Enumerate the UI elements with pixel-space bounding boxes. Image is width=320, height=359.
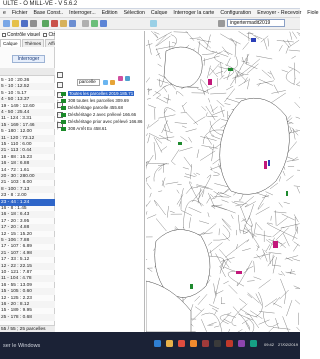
windows-taskbar: ser le Windows 09:42 27/02/2019 (0, 332, 300, 359)
layer-color-icon (61, 98, 66, 103)
select-icon[interactable] (69, 20, 76, 27)
parcelle-field[interactable]: parcelle (77, 79, 100, 86)
map-canvas[interactable] (146, 31, 300, 332)
menu-item-edition[interactable]: Edition (99, 9, 121, 17)
menu-item-0[interactable]: e (0, 9, 9, 17)
color-icon[interactable] (118, 76, 123, 81)
menu-item-calque[interactable]: Calque (148, 9, 170, 17)
layer-tree-item[interactable]: › 308 Arrêt Ex 458.61 (57, 126, 107, 132)
find-icon[interactable] (218, 20, 225, 27)
highlighted-parcel[interactable] (178, 142, 182, 145)
app-icon-5[interactable] (250, 340, 257, 347)
app-icon-1[interactable] (202, 340, 209, 347)
highlighted-parcel[interactable] (286, 191, 288, 196)
refresh-icon[interactable] (150, 20, 157, 27)
taskbar-date: 27/02/2019 (278, 342, 299, 347)
highlighted-parcel[interactable] (236, 271, 242, 274)
parcel-map (146, 31, 300, 332)
search-input[interactable]: ingertermadit2019 (227, 19, 285, 27)
measure-icon[interactable] (82, 20, 89, 27)
parcel-row[interactable]: 25 - 178 : 0.68 (0, 313, 55, 321)
layer-tree-item[interactable]: › 308 toutes les parcelles 309.69 (57, 98, 129, 104)
window-title: ULTE - Ô MILL-VE - V 5.6.2 (3, 1, 78, 7)
new-icon[interactable] (3, 20, 10, 27)
layer-tree-item[interactable]: › Déshéritage 2 avec prélevé 166.66 (57, 112, 136, 118)
layer-color-icon (61, 126, 66, 131)
middle-panel (55, 31, 145, 332)
menu-item-base[interactable]: Base Const.. (30, 9, 66, 17)
taskbar-time: 09:42 (264, 342, 275, 347)
layer-tree-label: Déshéritage parcelle 455.68 (68, 105, 123, 110)
layer-color-icon (61, 112, 66, 117)
menu-item-fiole[interactable]: Fiole (304, 9, 320, 17)
tab-themes[interactable]: Thèmes (21, 39, 45, 47)
layer-tree-item[interactable]: › Toutes les parcelles 2019.185.71 (57, 91, 135, 97)
layer-color-icon (61, 91, 66, 96)
edit-icon[interactable] (110, 80, 115, 85)
highlighted-parcel[interactable] (228, 68, 233, 71)
highlighted-parcel[interactable] (273, 241, 278, 248)
vertical-toolbar (57, 72, 64, 192)
menu-item-interroger-carte[interactable]: Interroger la carte (170, 9, 217, 17)
menu-item-configuration[interactable]: Configuration (217, 9, 254, 17)
highlighted-parcel[interactable] (251, 38, 256, 42)
layer-tree-item[interactable]: › Déshéritage prior avec prélevé 166.86 (57, 119, 142, 125)
interroger-button[interactable]: Interroger (12, 55, 45, 63)
layer-tree-label: 308 toutes les parcelles 309.69 (68, 98, 129, 103)
visibility-checkbox[interactable] (2, 32, 6, 37)
menu-item-fichier[interactable]: Fichier (9, 9, 31, 17)
firefox-icon[interactable] (190, 340, 197, 347)
highlighted-parcel[interactable] (208, 79, 212, 85)
menu-item-envoyer[interactable]: Envoyer - Recevoir (254, 9, 304, 17)
tab-calque[interactable]: Calque (0, 39, 21, 47)
layer-tree-label: Déshéritage 2 avec prélevé 166.66 (68, 112, 137, 117)
list-header (0, 68, 55, 76)
edge-icon[interactable] (154, 340, 161, 347)
highlighted-parcel[interactable] (190, 284, 193, 289)
info-icon[interactable] (100, 20, 107, 27)
menu-bar: e Fichier Base Const.. Interroger... Edi… (0, 9, 319, 18)
menu-item-selection[interactable]: Sélection (121, 9, 148, 17)
layer-tree-item[interactable]: › Déshéritage parcelle 455.68 (57, 105, 123, 111)
chrome-icon[interactable] (178, 340, 185, 347)
visibility-label: Contrôle visuel (7, 32, 41, 38)
arrow-right-icon[interactable] (57, 72, 63, 78)
zoom-out-icon[interactable] (51, 20, 58, 27)
active-checkbox[interactable] (43, 32, 48, 37)
menu-item-interroger[interactable]: Interroger... (66, 9, 99, 17)
layer-tree-label: Toutes les parcelles 2019.185.71 (68, 91, 135, 96)
add-icon[interactable] (103, 80, 108, 85)
layer-color-icon (61, 105, 66, 110)
folder-icon[interactable] (166, 340, 173, 347)
layer-tree-label: 308 Arrêt Ex 458.61 (68, 126, 107, 131)
layer-icon[interactable] (91, 20, 98, 27)
zoom-in-icon[interactable] (42, 20, 49, 27)
app-icon-3[interactable] (226, 340, 233, 347)
save-icon[interactable] (21, 20, 28, 27)
highlighted-parcel[interactable] (264, 161, 267, 169)
filter-icon[interactable] (125, 76, 130, 81)
layer-color-icon (61, 119, 66, 124)
window-titlebar: ULTE - Ô MILL-VE - V 5.6.2 (0, 0, 300, 9)
highlighted-parcel[interactable] (268, 160, 270, 166)
app-icon-2[interactable] (214, 340, 221, 347)
taskbar-search[interactable]: ser le Windows (3, 343, 40, 349)
pan-icon[interactable] (60, 20, 67, 27)
app-icon-4[interactable] (238, 340, 245, 347)
layer-tree-label: Déshéritage prior avec prélevé 166.86 (68, 119, 143, 124)
left-footer: 55 / 55 ; 25 parcelles (0, 325, 55, 332)
arrow-left-icon[interactable] (57, 82, 63, 88)
print-icon[interactable] (30, 20, 37, 27)
open-icon[interactable] (12, 20, 19, 27)
